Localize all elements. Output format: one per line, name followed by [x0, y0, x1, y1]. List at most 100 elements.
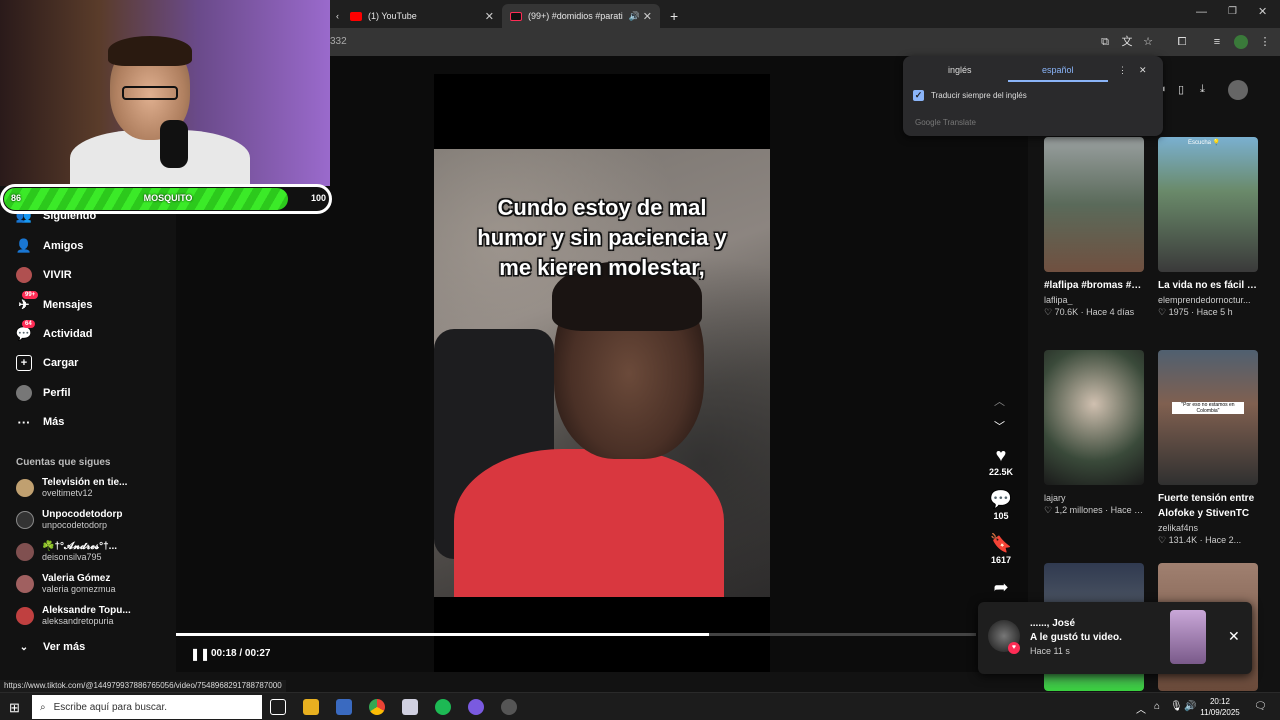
phone-icon[interactable]: ▯	[1178, 83, 1184, 96]
file-explorer-icon[interactable]	[303, 699, 319, 715]
bookmark-icon: 🔖	[989, 533, 1013, 553]
task-view-icon[interactable]	[270, 699, 286, 715]
video-frame[interactable]: Cundo estoy de mal humor y sin paciencia…	[434, 149, 770, 597]
like-notification[interactable]: ♥ ......, José A le gustó tu video. Hace…	[978, 602, 1252, 674]
taskbar: ⊞ ⌕ Escribe aquí para buscar. ︿ ⌂ 🎙 🔊 20:…	[0, 692, 1280, 720]
sidebar-item-messages[interactable]: ✈ 99+ Mensajes	[16, 291, 93, 316]
store-icon[interactable]	[336, 699, 352, 715]
close-tab-icon[interactable]: ✕	[643, 10, 652, 23]
followed-account[interactable]: Unpocodetodorp unpocodetodorp	[16, 506, 123, 534]
translate-icon[interactable]: 文	[1120, 35, 1134, 49]
install-icon[interactable]: ⧉	[1098, 35, 1112, 49]
health-bar-name: MOSQUITO	[143, 193, 193, 203]
tab-tiktok[interactable]: (99+) #domidios #parati 🔊 ✕	[502, 4, 660, 28]
volume-icon[interactable]: 🔊	[1184, 701, 1196, 712]
extensions-icon[interactable]: ⧠	[1175, 35, 1189, 49]
close-window-icon[interactable]: ✕	[1258, 5, 1267, 18]
close-tab-icon[interactable]: ✕	[485, 10, 494, 23]
minimize-icon[interactable]: —	[1196, 6, 1207, 18]
chevron-left-icon: ‹	[336, 11, 339, 21]
always-translate-label: Traducir siempre del inglés	[931, 91, 1027, 100]
pause-icon[interactable]: ❚❚	[190, 647, 210, 661]
heart-icon: ♡	[1158, 535, 1169, 545]
see-more-button[interactable]: ⌄ Ver más	[16, 636, 85, 658]
tab-target-language[interactable]: español	[1042, 65, 1074, 75]
app-icon[interactable]	[402, 699, 418, 715]
recommended-video[interactable]: #laflipa #bromas #tikto #tendencias... l…	[1044, 137, 1144, 318]
video-caption: Cundo estoy de mal humor y sin paciencia…	[477, 195, 727, 280]
app-icon[interactable]	[468, 699, 484, 715]
video-thumbnail: "Por eso no estamos en Colombia"	[1158, 350, 1258, 485]
recommended-video[interactable]: Escucha 💡 La vida no es fácil 😩 #elempre…	[1158, 137, 1258, 318]
spotify-icon[interactable]	[435, 699, 451, 715]
playlist-icon[interactable]: ≡	[1210, 35, 1224, 49]
heart-icon: ♡	[1044, 307, 1055, 317]
activity-badge: 64	[22, 320, 35, 328]
tab-source-language[interactable]: inglés	[948, 65, 972, 75]
always-translate-checkbox[interactable]: ✓	[913, 90, 924, 101]
webcam-overlay	[0, 0, 330, 186]
star-icon[interactable]: ☆	[1141, 35, 1155, 49]
recommended-video[interactable]: "Por eso no estamos en Colombia" Fuerte …	[1158, 350, 1258, 546]
network-icon[interactable]: ⌂	[1154, 701, 1160, 712]
active-tab-indicator	[1008, 80, 1108, 82]
chrome-icon[interactable]	[369, 699, 385, 715]
video-thumbnail: Escucha 💡	[1158, 137, 1258, 272]
menu-icon[interactable]: ⋮	[1258, 35, 1272, 49]
followed-account[interactable]: ☘️†°𝓐𝓷𝓭𝓻𝓮𝓼°†... deisonsilva795	[16, 538, 117, 566]
sidebar-item-activity[interactable]: 💬 64 Actividad	[16, 320, 93, 345]
avatar	[16, 511, 34, 529]
new-tab-button[interactable]: +	[662, 4, 682, 28]
youtube-icon	[350, 11, 362, 21]
avatar[interactable]	[1228, 80, 1248, 100]
chevron-up-icon[interactable]: ︿	[994, 393, 1005, 409]
avatar	[16, 607, 34, 625]
followed-account[interactable]: Televisión en tie... oveltimetv12	[16, 474, 127, 502]
friends-icon: 👤	[15, 238, 33, 253]
close-icon[interactable]: ✕	[1139, 65, 1147, 76]
more-icon: ···	[17, 414, 31, 430]
like-button[interactable]: ♥ 22.5K	[985, 445, 1017, 477]
followed-account[interactable]: Valeria Gómez valeria gomezmua	[16, 570, 116, 598]
tray-chevron-icon[interactable]: ︿	[1136, 701, 1146, 716]
share-button[interactable]: ➦	[985, 577, 1017, 597]
avatar[interactable]	[1234, 35, 1248, 49]
tab-title: (1) YouTube	[368, 11, 417, 21]
audio-icon[interactable]: 🔊	[629, 11, 640, 22]
tab-title: (99+) #domidios #parati	[528, 11, 623, 21]
messages-badge: 99+	[22, 291, 39, 299]
close-icon[interactable]: ✕	[1228, 628, 1240, 645]
taskbar-search-input[interactable]: ⌕ Escribe aquí para buscar.	[32, 695, 262, 719]
clock[interactable]: 20:12 11/09/2025	[1200, 696, 1240, 718]
recommended-video[interactable]: lajary ♡ 1,2 millones · Hace 2...	[1044, 350, 1144, 516]
health-max: 100	[311, 193, 327, 203]
heart-icon: ♡	[1158, 307, 1169, 317]
sidebar-item-more[interactable]: ··· Más	[16, 411, 65, 433]
video-thumbnail	[1044, 350, 1144, 485]
video-time: 00:18 / 00:27	[211, 648, 271, 659]
microphone-icon	[160, 120, 188, 168]
video-progress-bar[interactable]	[176, 633, 976, 636]
followed-account[interactable]: Aleksandre Topu... aleksandretopuria	[16, 602, 131, 630]
save-button[interactable]: 🔖 1617	[985, 533, 1017, 565]
mic-tray-icon[interactable]: 🎙	[1170, 701, 1183, 712]
app-icon[interactable]	[501, 699, 517, 715]
tab-youtube[interactable]: (1) YouTube ✕	[342, 4, 502, 28]
sidebar-item-live[interactable]: VIVIR	[16, 264, 72, 286]
following-section-title: Cuentas que sigues	[16, 457, 111, 468]
heart-icon: ♥	[1008, 642, 1020, 654]
download-icon[interactable]: ⤓	[1200, 83, 1205, 96]
avatar	[16, 575, 34, 593]
windows-start-icon[interactable]: ⊞	[9, 700, 20, 716]
comment-button[interactable]: 💬 105	[985, 489, 1017, 521]
translate-options-icon[interactable]: ⋮	[1118, 65, 1127, 76]
sidebar-item-upload[interactable]: + Cargar	[16, 352, 78, 374]
sidebar-item-profile[interactable]: Perfil	[16, 382, 71, 404]
translate-popup: inglés español ⋮ ✕ ✓ Traducir siempre de…	[903, 56, 1163, 136]
upload-icon: +	[16, 355, 32, 371]
chevron-down-icon[interactable]: ﹀	[994, 418, 1005, 434]
notifications-icon[interactable]: 🗨	[1254, 701, 1267, 712]
restore-icon[interactable]: ❐	[1228, 6, 1237, 17]
sidebar-item-friends[interactable]: 👤 Amigos	[16, 235, 83, 257]
messages-icon: ✈ 99+	[16, 291, 39, 313]
